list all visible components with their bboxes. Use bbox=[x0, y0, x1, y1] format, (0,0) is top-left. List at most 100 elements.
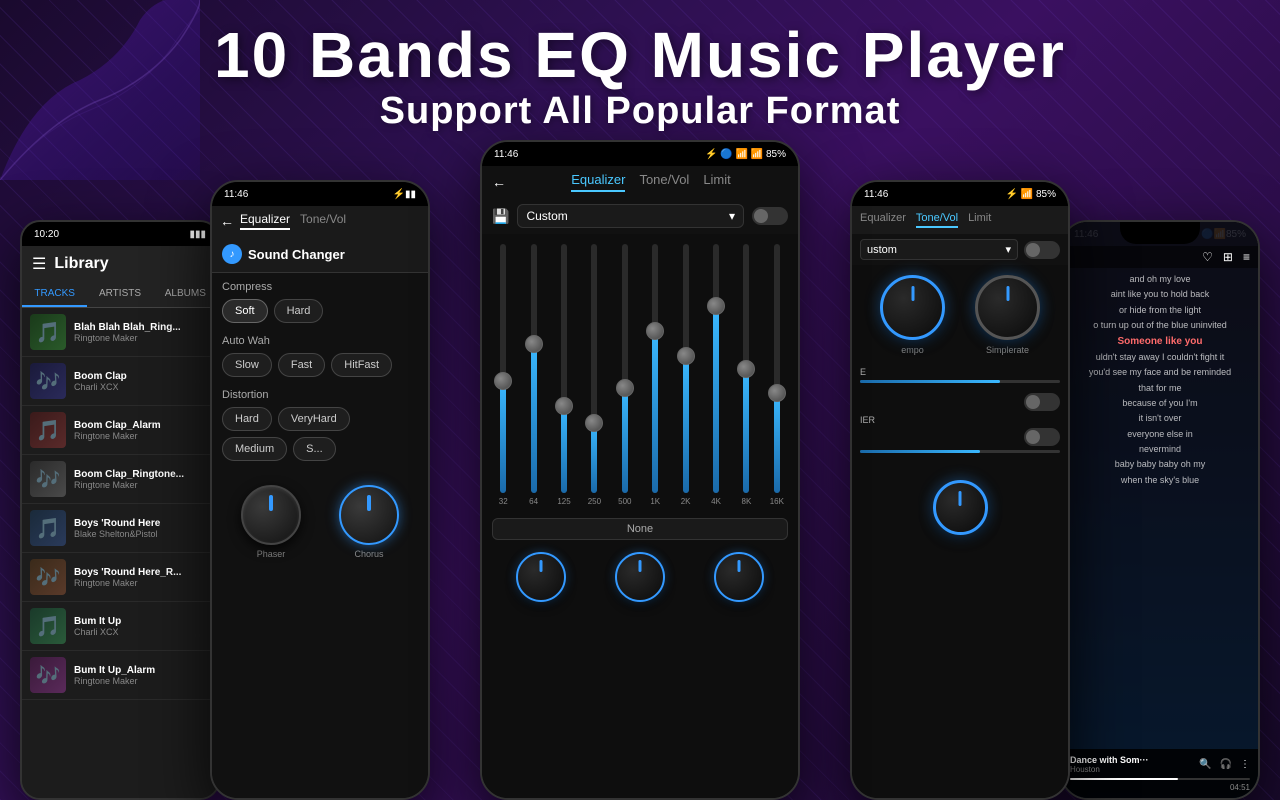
tab-tracks[interactable]: TRACKS bbox=[22, 282, 87, 307]
bass-knob[interactable] bbox=[516, 552, 566, 602]
phone-tonevol-content: 11:46 ⚡ 📶 85% Equalizer Tone/Vol Limit u… bbox=[852, 182, 1068, 798]
tab-equalizer-3[interactable]: Equalizer bbox=[571, 172, 625, 192]
slider-track-e[interactable] bbox=[860, 380, 1060, 383]
p4-toggle[interactable] bbox=[1024, 241, 1060, 259]
slider-track-ier[interactable] bbox=[860, 450, 1060, 453]
header: 10 Bands EQ Music Player Support All Pop… bbox=[0, 20, 1280, 133]
eq-thumb-125[interactable] bbox=[555, 397, 573, 415]
eq-thumb-2k[interactable] bbox=[677, 347, 695, 365]
compress-hard-btn[interactable]: Hard bbox=[274, 299, 324, 323]
list-item[interactable]: 🎶 Bum It Up_Alarm Ringtone Maker bbox=[22, 651, 218, 700]
mid-knob[interactable] bbox=[714, 552, 764, 602]
lyrics-highlight-line: Someone like you bbox=[1072, 333, 1248, 350]
eq-track-4k[interactable] bbox=[713, 244, 719, 493]
heart-icon[interactable]: ♡ bbox=[1202, 250, 1213, 264]
list-item[interactable]: 🎵 Boom Clap_Alarm Ringtone Maker bbox=[22, 406, 218, 455]
compress-soft-btn[interactable]: Soft bbox=[222, 299, 268, 323]
reverb-select[interactable]: None bbox=[492, 518, 788, 540]
back-button-2[interactable]: ← bbox=[220, 213, 234, 229]
album-art: 🎶 bbox=[30, 559, 66, 595]
slider-section-4: E IER bbox=[852, 361, 1068, 465]
eq-track-125[interactable] bbox=[561, 244, 567, 493]
menu-icon[interactable]: ☰ bbox=[32, 254, 46, 274]
chorus-label: Chorus bbox=[354, 549, 383, 559]
tab-limit-4[interactable]: Limit bbox=[968, 212, 991, 228]
chorus-knob[interactable] bbox=[339, 485, 399, 545]
phaser-knob[interactable] bbox=[241, 485, 301, 545]
distortion-label: Distortion bbox=[222, 389, 418, 401]
dist-s-btn[interactable]: S... bbox=[293, 437, 336, 461]
tab-tonevol-3[interactable]: Tone/Vol bbox=[639, 172, 689, 192]
lyrics-line: because of you I'm bbox=[1072, 396, 1248, 411]
eq-thumb-8k[interactable] bbox=[737, 360, 755, 378]
p5-icons: ♡ ⊞ ≡ bbox=[1202, 250, 1250, 264]
search-icon[interactable]: 🔍 bbox=[1199, 759, 1211, 770]
simplerate-knob[interactable] bbox=[975, 275, 1040, 340]
song-title: Boys 'Round Here_R... bbox=[74, 567, 210, 578]
tempo-knob[interactable] bbox=[880, 275, 945, 340]
back-button-3[interactable]: ← bbox=[492, 174, 506, 190]
eq-fill-2k bbox=[683, 356, 689, 493]
bottom-knobs-3 bbox=[482, 544, 798, 610]
chorus-knob-wrap: Chorus bbox=[339, 485, 399, 559]
save-icon[interactable]: 💾 bbox=[492, 208, 509, 225]
list-item[interactable]: 🎶 Boom Clap_Ringtone... Ringtone Maker bbox=[22, 455, 218, 504]
eq-thumb-1k[interactable] bbox=[646, 322, 664, 340]
eq-track-500[interactable] bbox=[622, 244, 628, 493]
tab-albums[interactable]: ALBUMS bbox=[153, 282, 218, 307]
dist-hard-btn[interactable]: Hard bbox=[222, 407, 272, 431]
eq-track-64[interactable] bbox=[531, 244, 537, 493]
eq-thumb-64[interactable] bbox=[525, 335, 543, 353]
list-item[interactable]: 🎶 Boys 'Round Here_R... Ringtone Maker bbox=[22, 553, 218, 602]
list-item[interactable]: 🎵 Blah Blah Blah_Ring... Ringtone Maker bbox=[22, 308, 218, 357]
slider-row-ier: IER bbox=[860, 415, 1060, 453]
bottom-knob-4[interactable] bbox=[933, 480, 988, 535]
more-icon[interactable]: ⋮ bbox=[1240, 759, 1250, 770]
eq-track-16k[interactable] bbox=[774, 244, 780, 493]
tab-tonevol-4[interactable]: Tone/Vol bbox=[916, 212, 958, 228]
eq-track-250[interactable] bbox=[591, 244, 597, 493]
lyrics-bottom-bar: Dance with Som··· Houston 🔍 🎧 ⋮ 04:51 bbox=[1062, 749, 1258, 798]
song-info: Boys 'Round Here_R... Ringtone Maker bbox=[74, 567, 210, 588]
treble-knob[interactable] bbox=[615, 552, 665, 602]
eq-thumb-32[interactable] bbox=[494, 372, 512, 390]
library-tabs: TRACKS ARTISTS ALBUMS bbox=[22, 282, 218, 308]
wah-fast-btn[interactable]: Fast bbox=[278, 353, 325, 377]
phone-lyrics-content: 11:46 🔵📶85% ♡ ⊞ ≡ and oh my love aint li… bbox=[1062, 222, 1258, 798]
slider-label-ier: IER bbox=[860, 415, 1060, 425]
eq-thumb-4k[interactable] bbox=[707, 297, 725, 315]
progress-bar-5[interactable] bbox=[1070, 778, 1250, 780]
preset-select-3[interactable]: Custom ▾ bbox=[517, 204, 744, 228]
eq-track-2k[interactable] bbox=[683, 244, 689, 493]
tab-artists[interactable]: ARTISTS bbox=[87, 282, 152, 307]
eq-thumb-250[interactable] bbox=[585, 414, 603, 432]
p4-preset-select[interactable]: ustom ▾ bbox=[860, 239, 1018, 260]
slider-e-toggle[interactable] bbox=[1024, 393, 1060, 411]
list-item[interactable]: 🎵 Bum It Up Charli XCX bbox=[22, 602, 218, 651]
eq-track-8k[interactable] bbox=[743, 244, 749, 493]
eq-thumb-500[interactable] bbox=[616, 379, 634, 397]
ier-toggle[interactable] bbox=[1024, 428, 1060, 446]
song-artist: Ringtone Maker bbox=[74, 333, 210, 343]
list-item[interactable]: 🎶 Boom Clap Charli XCX bbox=[22, 357, 218, 406]
notch-4 bbox=[920, 182, 1000, 204]
notch-3 bbox=[600, 142, 680, 164]
tab-equalizer-2[interactable]: Equalizer bbox=[240, 212, 290, 230]
eq-thumb-16k[interactable] bbox=[768, 384, 786, 402]
tab-tonevol-2[interactable]: Tone/Vol bbox=[300, 212, 346, 230]
eq-track-1k[interactable] bbox=[652, 244, 658, 493]
eq-freq-500: 500 bbox=[618, 497, 631, 506]
eq-icon[interactable]: ⊞ bbox=[1223, 250, 1233, 264]
headphones-icon[interactable]: 🎧 bbox=[1220, 759, 1232, 770]
eq-track-32[interactable] bbox=[500, 244, 506, 493]
list-item[interactable]: 🎵 Boys 'Round Here Blake Shelton&Pistol bbox=[22, 504, 218, 553]
eq-toggle-3[interactable] bbox=[752, 207, 788, 225]
dist-medium-btn[interactable]: Medium bbox=[222, 437, 287, 461]
eq-band-1k: 1K bbox=[642, 244, 668, 506]
wah-slow-btn[interactable]: Slow bbox=[222, 353, 272, 377]
tab-equalizer-4[interactable]: Equalizer bbox=[860, 212, 906, 228]
tab-limit-3[interactable]: Limit bbox=[703, 172, 730, 192]
playlist-icon[interactable]: ≡ bbox=[1243, 250, 1250, 264]
dist-veryhard-btn[interactable]: VeryHard bbox=[278, 407, 350, 431]
wah-hitfast-btn[interactable]: HitFast bbox=[331, 353, 392, 377]
